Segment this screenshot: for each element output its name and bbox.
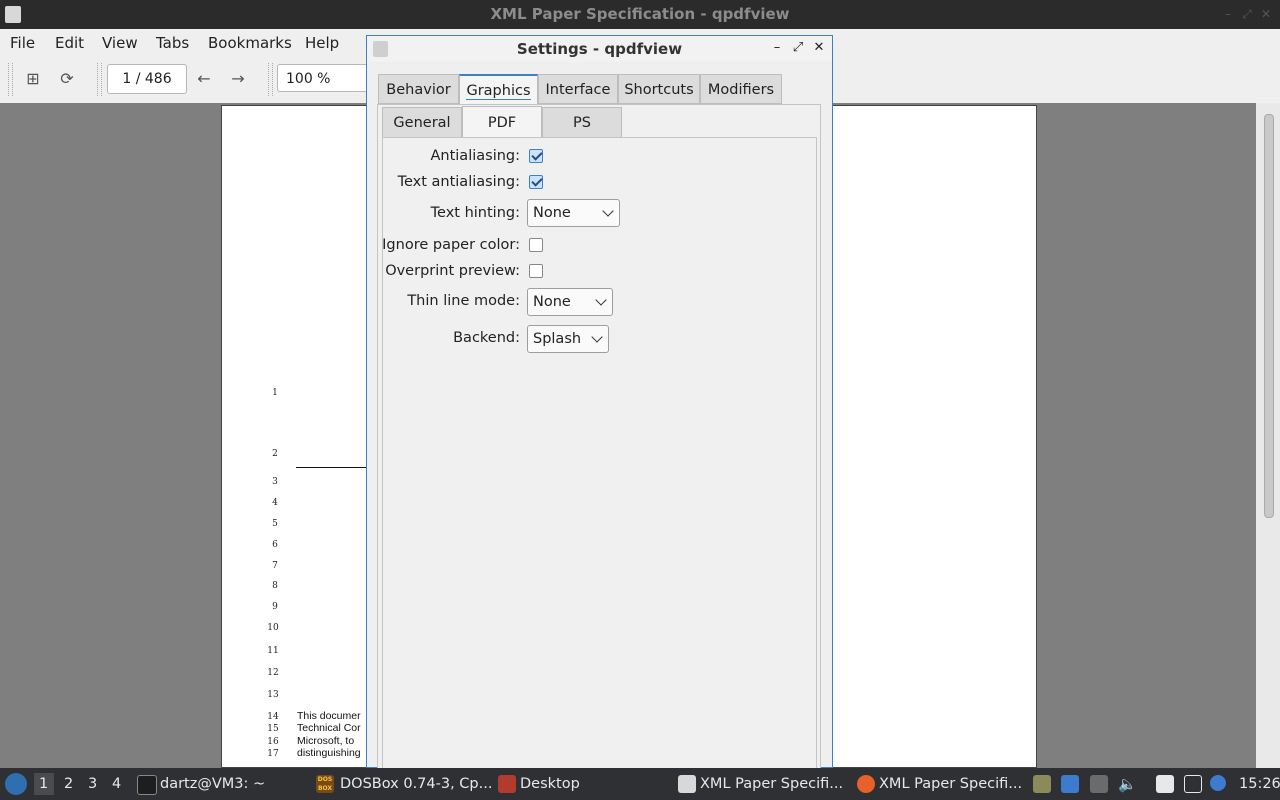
line-number: 5 (272, 519, 278, 529)
maximize-icon[interactable]: ⤢ (1240, 7, 1254, 21)
notification-icon[interactable] (1210, 775, 1226, 791)
taskbar-task-dosbox[interactable]: DOSBox 0.74-3, Cp... (340, 776, 492, 792)
subtab-general[interactable]: General (382, 107, 462, 138)
text-antialiasing-label: Text antialiasing: (397, 174, 520, 190)
menu-file[interactable]: File (10, 34, 35, 52)
tab-interface[interactable]: Interface (538, 74, 618, 104)
line-number: 13 (267, 690, 279, 700)
line-number: 2 (272, 449, 278, 459)
line-number: 3 (272, 477, 278, 487)
menu-tabs[interactable]: Tabs (156, 34, 189, 52)
dialog-maximize-icon[interactable]: ⤢ (790, 40, 806, 56)
line-number: 15 (267, 724, 279, 734)
clock[interactable]: 15:26 (1239, 776, 1280, 792)
pdf-settings-panel (382, 137, 817, 768)
file-manager-icon[interactable] (1033, 775, 1051, 793)
dialog-close-icon[interactable]: ✕ (811, 40, 827, 56)
taskbar-task-desktop[interactable]: Desktop (520, 776, 580, 792)
page-number-field[interactable]: 1 / 486 (107, 64, 187, 94)
document-text-line: distinguishing (297, 747, 361, 759)
backend-combobox[interactable]: Splash (527, 325, 609, 353)
zoom-field[interactable]: 100 % (277, 64, 377, 92)
workspace-1[interactable]: 1 (39, 776, 48, 792)
show-desktop-icon[interactable] (1061, 775, 1079, 793)
volume-icon[interactable]: 🔈 (1118, 775, 1137, 793)
text-antialiasing-checkbox[interactable] (529, 175, 543, 189)
line-number: 1 (272, 388, 278, 398)
toolbar-handle[interactable] (8, 63, 13, 96)
minimize-icon[interactable]: – (1221, 7, 1235, 21)
clipboard-icon[interactable] (1156, 775, 1174, 793)
overprint-preview-checkbox[interactable] (529, 264, 543, 278)
chevron-down-icon (595, 294, 607, 306)
taskbar-task-terminal[interactable]: dartz@VM3: ~ (160, 776, 265, 792)
toolbar-handle[interactable] (268, 63, 273, 96)
firefox-icon (857, 775, 875, 793)
backend-label: Backend: (453, 330, 520, 346)
text-hinting-value: None (533, 205, 571, 221)
tab-modifiers[interactable]: Modifiers (700, 74, 782, 104)
menu-edit[interactable]: Edit (55, 34, 84, 52)
window-title: XML Paper Specification - qpdfview (490, 5, 790, 23)
antialiasing-label: Antialiasing: (430, 148, 520, 164)
thin-line-mode-combobox[interactable]: None (527, 288, 613, 316)
document-text-line: Technical Cor (297, 722, 361, 734)
line-number: 12 (267, 668, 279, 678)
archive-icon (498, 775, 516, 793)
text-hinting-combobox[interactable]: None (527, 199, 620, 227)
tab-behavior[interactable]: Behavior (378, 74, 459, 104)
document-text-line: This documer (297, 710, 361, 722)
ignore-paper-color-label: Ignore paper color: (382, 237, 520, 253)
line-number: 14 (267, 712, 279, 722)
line-number: 6 (272, 540, 278, 550)
thin-line-mode-label: Thin line mode: (407, 293, 520, 309)
antialiasing-checkbox[interactable] (529, 149, 543, 163)
tab-graphics-label: Graphics (466, 83, 531, 100)
line-number: 8 (272, 581, 278, 591)
workspace-3[interactable]: 3 (88, 776, 97, 792)
line-number: 9 (272, 602, 278, 612)
subtab-ps[interactable]: PS (542, 107, 622, 138)
line-number: 7 (272, 561, 278, 571)
menu-help[interactable]: Help (305, 34, 339, 52)
ignore-paper-color-checkbox[interactable] (529, 238, 543, 252)
line-number: 17 (267, 749, 279, 759)
menu-bookmarks[interactable]: Bookmarks (208, 34, 292, 52)
thin-line-mode-value: None (533, 294, 571, 310)
dialog-title: Settings - qpdfview (516, 40, 683, 58)
scrollbar-thumb[interactable] (1264, 114, 1274, 518)
eject-icon[interactable] (1090, 775, 1108, 793)
tab-graphics[interactable]: Graphics (459, 74, 538, 105)
line-number: 4 (272, 498, 278, 508)
chevron-down-icon (591, 331, 603, 343)
start-menu-icon[interactable] (5, 773, 27, 795)
network-icon[interactable] (1184, 775, 1202, 793)
terminal-icon (137, 775, 157, 795)
toolbar-handle[interactable] (97, 63, 102, 96)
line-number: 11 (267, 646, 279, 656)
close-icon[interactable]: ✕ (1259, 7, 1273, 21)
previous-page-icon[interactable]: ← (194, 69, 214, 89)
subtab-pdf[interactable]: PDF (462, 106, 542, 138)
backend-value: Splash (533, 331, 582, 347)
refresh-icon[interactable]: ⟳ (57, 69, 77, 89)
taskbar-task-firefox[interactable]: XML Paper Specifi... (879, 776, 1022, 792)
text-hinting-label: Text hinting: (430, 205, 520, 221)
dosbox-icon: DOS BOX (316, 775, 334, 793)
tab-shortcuts[interactable]: Shortcuts (618, 74, 700, 104)
horizontal-rule (296, 467, 368, 468)
document-text-line: Microsoft, to (297, 735, 355, 747)
dialog-minimize-icon[interactable]: – (769, 40, 785, 56)
line-number: 16 (267, 737, 279, 747)
overprint-preview-label: Overprint preview: (385, 263, 520, 279)
open-icon[interactable]: ⊞ (23, 69, 43, 89)
line-number: 10 (267, 623, 279, 633)
next-page-icon[interactable]: → (228, 69, 248, 89)
taskbar-task-qpdfview[interactable]: XML Paper Specifi... (700, 776, 843, 792)
chevron-down-icon (602, 205, 614, 217)
menu-view[interactable]: View (102, 34, 138, 52)
workspace-2[interactable]: 2 (64, 776, 73, 792)
qpdfview-icon (678, 775, 696, 793)
workspace-4[interactable]: 4 (112, 776, 121, 792)
